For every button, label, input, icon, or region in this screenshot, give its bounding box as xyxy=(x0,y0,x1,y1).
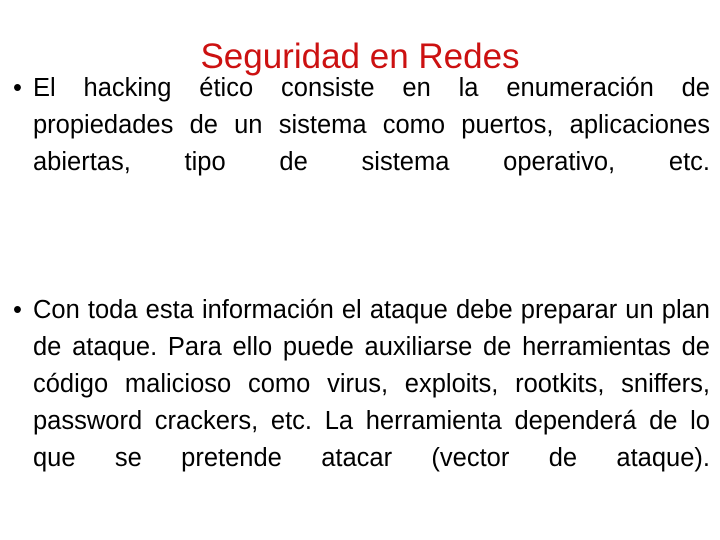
bullet-dot-icon: • xyxy=(13,74,22,102)
list-item: • Con toda esta información el ataque de… xyxy=(0,292,720,514)
presentation-slide: Seguridad en Redes • El hacking ético co… xyxy=(0,0,720,540)
list-item-text: Con toda esta información el ataque debe… xyxy=(33,296,710,472)
list-item-text: El hacking ético consiste en la enumerac… xyxy=(33,74,710,176)
bullet-dot-icon: • xyxy=(13,296,22,324)
slide-body: • El hacking ético consiste en la enumer… xyxy=(0,70,720,514)
list-item: • El hacking ético consiste en la enumer… xyxy=(0,70,720,218)
